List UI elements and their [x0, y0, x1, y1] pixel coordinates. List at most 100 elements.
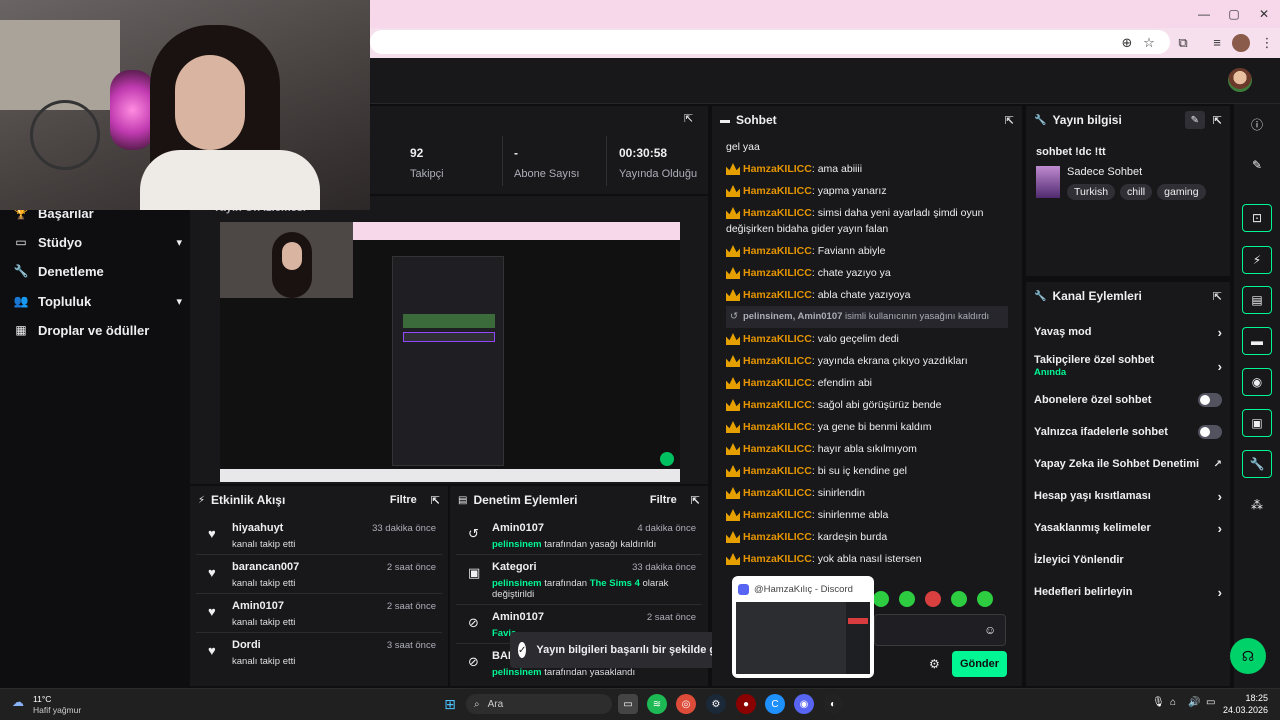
extensions-icon[interactable]: ⁂	[1242, 491, 1272, 519]
windows-start-icon[interactable]: ⊞	[440, 694, 460, 714]
chat-bubble-icon[interactable]: ▬	[1242, 327, 1272, 355]
list-item[interactable]: ▣ Kategori pelinsinem tarafından The Sims …	[456, 555, 702, 605]
stream-preview[interactable]	[220, 222, 680, 482]
banned-words-row[interactable]: Yasaklanmış kelimeler ›	[1026, 512, 1230, 544]
lightning-icon[interactable]: ⚡	[1242, 246, 1272, 274]
clock-date[interactable]: 24.03.2026	[1218, 705, 1268, 715]
tag[interactable]: chill	[1120, 184, 1153, 200]
chat-message[interactable]: HamzaKILICC: ya gene bi benmi kaldım	[726, 416, 1008, 438]
follower-only-row[interactable]: Takipçilere özel sohbet Anında ›	[1026, 348, 1230, 384]
chat-message[interactable]: HamzaKILICC: efendim abi	[726, 372, 1008, 394]
volume-icon[interactable]: 🔊	[1188, 697, 1200, 708]
account-age-row[interactable]: Hesap yaşı kısıtlaması ›	[1026, 480, 1230, 512]
emoji-icon[interactable]: ☺	[984, 623, 996, 637]
sub-only-toggle[interactable]	[1198, 393, 1222, 407]
gear-icon[interactable]: ⚙	[929, 657, 940, 671]
info-icon[interactable]: ⓘ	[1242, 110, 1272, 138]
chrome-icon[interactable]: ◎	[676, 694, 696, 714]
chat-username[interactable]: HamzaKILICC	[743, 485, 812, 501]
chat-username[interactable]: HamzaKILICC	[743, 397, 812, 413]
discord-thumbnail-popup[interactable]: @HamzaKılıç - Discord	[732, 576, 874, 678]
tag[interactable]: Turkish	[1067, 184, 1116, 200]
ai-moderation-row[interactable]: Yapay Zeka ile Sohbet Denetimi ↗	[1026, 448, 1230, 480]
activity-filter-button[interactable]: Filtre	[390, 494, 417, 506]
list-item[interactable]: ♥ Dordi kanalı takip etti 3 saat önce	[196, 633, 442, 672]
support-icon[interactable]: ☊	[1230, 638, 1266, 674]
list-item[interactable]: ♥ hiyaahuyt kanalı takip etti 33 dakika önc…	[196, 516, 442, 555]
chat-username[interactable]: HamzaKILICC	[743, 265, 812, 281]
bookmark-star-icon[interactable]: ☆	[1140, 34, 1158, 52]
chat-username[interactable]: HamzaKILICC	[743, 507, 812, 523]
nav-droplar[interactable]: ▦ Droplar ve ödüller	[12, 319, 182, 341]
popout-icon[interactable]: ⇱	[431, 494, 440, 507]
chat-message[interactable]: HamzaKILICC: simsi daha yeni ayarladı şi…	[726, 202, 1008, 221]
chat-username[interactable]: HamzaKILICC	[743, 331, 812, 347]
popout-icon[interactable]: ⇱	[684, 112, 693, 125]
chat-message[interactable]: HamzaKILICC: ama abiiii	[726, 158, 1008, 180]
chat-username[interactable]: HamzaKILICC	[743, 463, 812, 479]
popout-icon[interactable]: ⇱	[691, 494, 700, 507]
user-avatar[interactable]	[1228, 68, 1252, 92]
microphone-icon[interactable]: 🎙	[1152, 697, 1165, 708]
clock-time[interactable]: 18:25	[1228, 693, 1268, 703]
weather-icon[interactable]: ☁	[12, 695, 28, 709]
chat-message[interactable]: HamzaKILICC: valo geçelim dedi	[726, 328, 1008, 350]
chat-username[interactable]: HamzaKILICC	[743, 529, 812, 545]
chat-message[interactable]: HamzaKILICC: bi su iç kendine gel	[726, 460, 1008, 482]
chat-username[interactable]: HamzaKILICC	[743, 205, 812, 221]
emote-only-row[interactable]: Yalnızca ifadelerle sohbet	[1026, 416, 1230, 448]
maximize-icon[interactable]: ▢	[1226, 6, 1242, 22]
emote-icon[interactable]	[977, 591, 993, 607]
chat-message[interactable]: HamzaKILICC: yayında ekrana çıkıyo yazdı…	[726, 350, 1008, 372]
chat-message[interactable]: HamzaKILICC: chate yazıyo ya	[726, 262, 1008, 284]
sub-only-row[interactable]: Abonelere özel sohbet	[1026, 384, 1230, 416]
file-explorer-icon[interactable]: ▭	[618, 694, 638, 714]
app-icon[interactable]: ◐	[823, 694, 843, 714]
close-icon[interactable]: ✕	[1256, 6, 1272, 22]
tag[interactable]: gaming	[1157, 184, 1206, 200]
nav-studyo[interactable]: ▭ Stüdyo ▾	[12, 231, 182, 253]
chat-username[interactable]: HamzaKILICC	[743, 243, 812, 259]
clip-icon[interactable]: ⊡	[1242, 204, 1272, 232]
popout-icon[interactable]: ⇱	[1005, 114, 1014, 127]
discord-taskbar-icon[interactable]: ◉	[794, 694, 814, 714]
chat-username[interactable]: HamzaKILICC	[743, 419, 812, 435]
chat-message[interactable]: HamzaKILICC: yok abla nasıl istersen	[726, 548, 1008, 570]
spotify-icon[interactable]: ≋	[647, 694, 667, 714]
mod-filter-button[interactable]: Filtre	[650, 494, 677, 506]
emote-icon[interactable]	[899, 591, 915, 607]
chat-username[interactable]: HamzaKILICC	[743, 287, 812, 303]
minimize-icon[interactable]: —	[1196, 6, 1212, 22]
pencil-icon[interactable]: ✎	[1242, 151, 1272, 179]
popout-icon[interactable]: ⇱	[1213, 114, 1222, 127]
chat-message[interactable]: HamzaKILICC: kardeşin burda	[726, 526, 1008, 548]
steam-icon[interactable]: ⚙	[706, 694, 726, 714]
network-icon[interactable]: ⌂	[1170, 697, 1176, 708]
slow-mode-row[interactable]: Yavaş mod ›	[1026, 316, 1230, 348]
wrench-icon[interactable]: 🔧	[1242, 450, 1272, 478]
chat-message[interactable]: HamzaKILICC: sağol abi görüşürüz bende	[726, 394, 1008, 416]
chat-message[interactable]: HamzaKILICC: Faviann abiyle	[726, 240, 1008, 262]
obs-icon[interactable]: ●	[736, 694, 756, 714]
weather-temp[interactable]: 11°C	[33, 694, 51, 704]
battery-icon[interactable]: ▭	[1206, 697, 1215, 708]
extensions-icon[interactable]: ⧉	[1174, 34, 1192, 52]
broadcast-icon[interactable]: ◉	[1242, 368, 1272, 396]
raid-row[interactable]: İzleyici Yönlendir	[1026, 544, 1230, 576]
chat-username[interactable]: HamzaKILICC	[743, 183, 812, 199]
nav-denetleme[interactable]: 🔧 Denetleme	[12, 260, 182, 282]
pencil-icon[interactable]: ✎	[1184, 111, 1205, 129]
chat-message[interactable]: HamzaKILICC: yapma yanarız	[726, 180, 1008, 202]
media-icon[interactable]: ≡	[1208, 34, 1226, 52]
send-button[interactable]: Gönder	[952, 651, 1007, 677]
nav-topluluk[interactable]: 👥 Topluluk ▾	[12, 290, 182, 312]
emote-icon[interactable]	[951, 591, 967, 607]
browser-profile-icon[interactable]	[1232, 34, 1250, 52]
chat-username[interactable]: HamzaKILICC	[743, 441, 812, 457]
emote-only-toggle[interactable]	[1198, 425, 1222, 439]
goals-row[interactable]: Hedefleri belirleyin ›	[1026, 576, 1230, 608]
taskbar-search[interactable]: ⌕ Ara	[466, 694, 612, 714]
chat-message[interactable]: HamzaKILICC: hayır abla sıkılmıyom	[726, 438, 1008, 460]
popout-icon[interactable]: ⇱	[1213, 290, 1222, 303]
emote-icon[interactable]	[873, 591, 889, 607]
